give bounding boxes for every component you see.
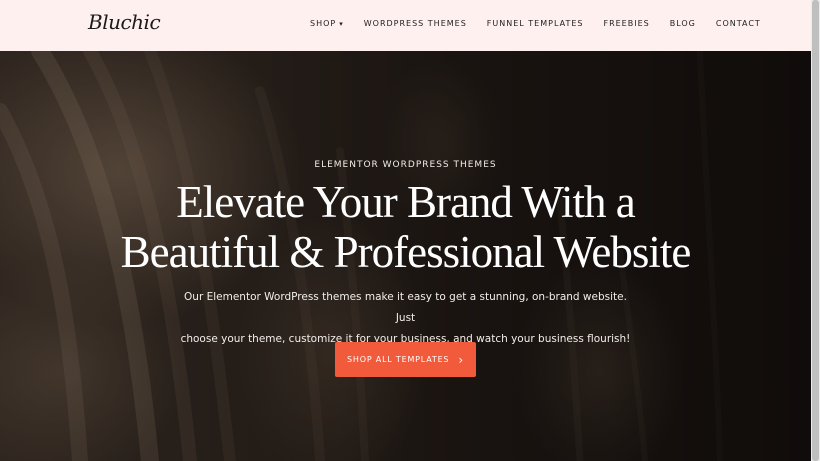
- nav-item-contact[interactable]: CONTACT: [716, 19, 761, 28]
- hero-section: ELEMENTOR WORDPRESS THEMES Elevate Your …: [0, 51, 811, 461]
- cta-label: SHOP ALL TEMPLATES: [347, 355, 450, 364]
- page: ELEMENTOR WORDPRESS THEMES Elevate Your …: [0, 0, 820, 461]
- hero-headline-line-2: Beautiful & Professional Website: [120, 227, 692, 277]
- nav-item-funnel-templates[interactable]: FUNNEL TEMPLATES: [487, 19, 584, 28]
- nav-item-wordpress-themes[interactable]: WORDPRESS THEMES: [364, 19, 467, 28]
- nav-item-blog[interactable]: BLOG: [670, 19, 696, 28]
- hero-headline-line-1: Elevate Your Brand With a: [176, 177, 636, 227]
- chevron-right-icon: ›: [458, 352, 464, 367]
- page-scrollbar[interactable]: [811, 0, 820, 461]
- scrollbar-thumb[interactable]: [812, 0, 819, 461]
- nav-item-shop[interactable]: SHOP ▾: [310, 19, 344, 28]
- nav-item-label: SHOP: [310, 19, 337, 28]
- main-nav: SHOP ▾ WORDPRESS THEMES FUNNEL TEMPLATES…: [310, 19, 781, 28]
- shop-all-templates-button[interactable]: SHOP ALL TEMPLATES ›: [335, 342, 476, 377]
- hero-eyebrow: ELEMENTOR WORDPRESS THEMES: [314, 160, 497, 170]
- site-logo[interactable]: Bluchic: [88, 10, 161, 34]
- caret-down-icon: ▾: [339, 19, 344, 28]
- hero-headline: Elevate Your Brand With a Beautiful & Pr…: [0, 177, 811, 277]
- site-header: Bluchic SHOP ▾ WORDPRESS THEMES FUNNEL T…: [0, 0, 811, 51]
- nav-item-freebies[interactable]: FREEBIES: [603, 19, 649, 28]
- hero-subtext-line-1: Our Elementor WordPress themes make it e…: [184, 291, 627, 324]
- hero-subtext: Our Elementor WordPress themes make it e…: [180, 287, 631, 350]
